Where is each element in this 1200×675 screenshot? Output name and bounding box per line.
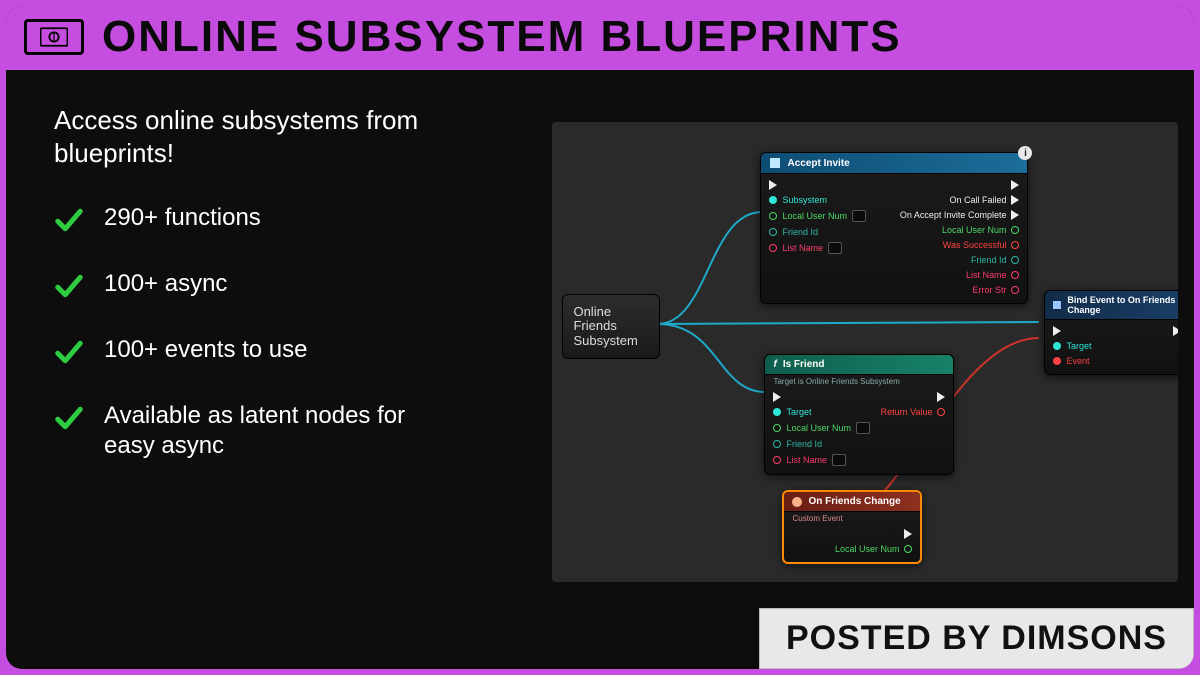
- pin[interactable]: [1011, 226, 1019, 234]
- pin-label: On Call Failed: [949, 195, 1006, 205]
- pin-label: List Name: [966, 270, 1007, 280]
- node-label: Online: [573, 305, 637, 319]
- body: Access online subsystems from blueprints…: [6, 70, 1194, 669]
- title-bar: ONLINE SUBSYSTEM BLUEPRINTS: [6, 6, 1194, 70]
- node-label: Subsystem: [573, 334, 637, 348]
- page-title: ONLINE SUBSYSTEM BLUEPRINTS: [102, 12, 902, 62]
- node-label: Friends: [573, 319, 637, 333]
- pin[interactable]: [769, 212, 777, 220]
- check-icon: [54, 205, 84, 235]
- watermark: POSTED BY DIMSONS: [759, 608, 1194, 669]
- exec-out-pin[interactable]: [1011, 180, 1019, 190]
- info-icon[interactable]: i: [1018, 146, 1032, 160]
- exec-out-pin[interactable]: [1011, 195, 1019, 205]
- frame: ONLINE SUBSYSTEM BLUEPRINTS Access onlin…: [0, 0, 1200, 675]
- check-icon: [54, 403, 84, 433]
- node-title: Is Friend: [783, 359, 825, 370]
- node-type-icon: [769, 157, 781, 169]
- check-icon: [54, 271, 84, 301]
- event-icon: [792, 497, 802, 507]
- feature-row: Available as latent nodes for easy async: [54, 401, 532, 461]
- node-online-friends-subsystem[interactable]: Online Friends Subsystem: [562, 294, 660, 359]
- node-header[interactable]: Bind Event to On Friends Change: [1045, 291, 1178, 320]
- pin[interactable]: [769, 196, 777, 204]
- pin-label: Local User Num: [942, 225, 1007, 235]
- right-column: Online Friends Subsystem Accept Invite: [552, 70, 1194, 669]
- pin[interactable]: [904, 545, 912, 553]
- pin-label: Was Successful: [943, 240, 1007, 250]
- pin[interactable]: [769, 228, 777, 236]
- node-header[interactable]: On Friends Change: [784, 492, 920, 512]
- node-title: On Friends Change: [808, 496, 900, 507]
- left-column: Access online subsystems from blueprints…: [6, 70, 552, 669]
- feature-text: 100+ events to use: [104, 335, 307, 365]
- pin-input[interactable]: [852, 210, 866, 222]
- pin-label: List Name: [782, 243, 823, 253]
- pin[interactable]: [1011, 271, 1019, 279]
- exec-out-pin[interactable]: [937, 392, 945, 402]
- pin[interactable]: [773, 456, 781, 464]
- node-is-friend[interactable]: f Is Friend Target is Online Friends Sub…: [764, 354, 954, 475]
- check-icon: [54, 337, 84, 367]
- pin-label: Local User Num: [782, 211, 847, 221]
- pin[interactable]: [773, 424, 781, 432]
- pin[interactable]: [937, 408, 945, 416]
- node-on-friends-change[interactable]: On Friends Change Custom Event Local Use…: [782, 490, 922, 564]
- function-icon: f: [773, 359, 776, 370]
- pin-label: Error Str: [972, 285, 1006, 295]
- node-subtitle: Custom Event: [784, 512, 920, 523]
- pin-label: Local User Num: [786, 423, 851, 433]
- node-header[interactable]: Accept Invite: [761, 153, 1027, 174]
- feature-text: 100+ async: [104, 269, 227, 299]
- pin[interactable]: [769, 244, 777, 252]
- node-bind-event[interactable]: Bind Event to On Friends Change Target E…: [1044, 290, 1178, 375]
- tagline: Access online subsystems from blueprints…: [54, 104, 532, 169]
- pin-label: Friend Id: [782, 227, 818, 237]
- node-subtitle: Target is Online Friends Subsystem: [765, 375, 953, 386]
- node-title: Accept Invite: [787, 158, 849, 169]
- exec-in-pin[interactable]: [773, 392, 781, 402]
- pin-label: Friend Id: [786, 439, 822, 449]
- pin[interactable]: [1053, 342, 1061, 350]
- pin-label: Target: [786, 407, 811, 417]
- feature-text: Available as latent nodes for easy async: [104, 401, 424, 461]
- node-title: Bind Event to On Friends Change: [1067, 295, 1178, 315]
- money-icon: [24, 19, 84, 55]
- exec-out-pin[interactable]: [904, 529, 912, 539]
- pin-label: Return Value: [881, 407, 933, 417]
- pin[interactable]: [773, 408, 781, 416]
- node-accept-invite[interactable]: Accept Invite Subsystem Local User Num F…: [760, 152, 1028, 304]
- pin-input[interactable]: [828, 242, 842, 254]
- blueprint-graph[interactable]: Online Friends Subsystem Accept Invite: [552, 122, 1178, 582]
- feature-text: 290+ functions: [104, 203, 261, 233]
- exec-in-pin[interactable]: [769, 180, 777, 190]
- feature-row: 290+ functions: [54, 203, 532, 235]
- pin-label: Local User Num: [835, 544, 900, 554]
- pin-label: Target: [1066, 341, 1091, 351]
- pin-input[interactable]: [856, 422, 870, 434]
- pin-label: Subsystem: [782, 195, 827, 205]
- node-type-icon: [1053, 300, 1061, 310]
- card: ONLINE SUBSYSTEM BLUEPRINTS Access onlin…: [6, 6, 1194, 669]
- exec-out-pin[interactable]: [1173, 326, 1178, 336]
- pin-label: Event: [1066, 356, 1089, 366]
- pin-label: On Accept Invite Complete: [900, 210, 1007, 220]
- exec-out-pin[interactable]: [1011, 210, 1019, 220]
- pin-label: List Name: [786, 455, 827, 465]
- pin[interactable]: [773, 440, 781, 448]
- node-header[interactable]: f Is Friend: [765, 355, 953, 375]
- pin-label: Friend Id: [971, 255, 1007, 265]
- pin[interactable]: [1011, 256, 1019, 264]
- exec-in-pin[interactable]: [1053, 326, 1061, 336]
- pin[interactable]: [1011, 286, 1019, 294]
- feature-row: 100+ async: [54, 269, 532, 301]
- pin[interactable]: [1053, 357, 1061, 365]
- feature-row: 100+ events to use: [54, 335, 532, 367]
- pin-input[interactable]: [832, 454, 846, 466]
- pin[interactable]: [1011, 241, 1019, 249]
